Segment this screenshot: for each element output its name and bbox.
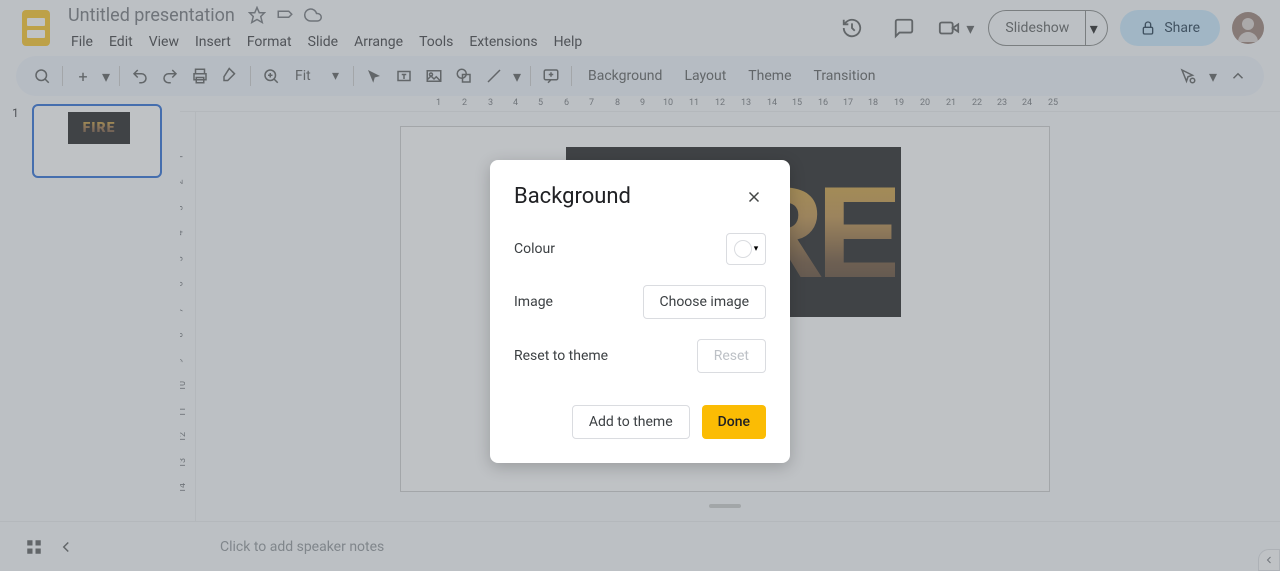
chevron-down-icon: ▾: [754, 244, 759, 254]
reset-label: Reset to theme: [514, 348, 608, 364]
done-button[interactable]: Done: [702, 405, 766, 439]
reset-row: Reset to theme Reset: [514, 339, 766, 373]
colour-picker-button[interactable]: ▾: [726, 233, 766, 265]
reset-button: Reset: [697, 339, 766, 373]
dialog-footer: Add to theme Done: [514, 405, 766, 439]
dialog-header: Background: [514, 184, 766, 209]
colour-row: Colour ▾: [514, 233, 766, 265]
colour-label: Colour: [514, 241, 555, 257]
choose-image-button[interactable]: Choose image: [643, 285, 767, 319]
image-label: Image: [514, 294, 553, 310]
image-row: Image Choose image: [514, 285, 766, 319]
colour-swatch: [734, 240, 752, 258]
close-button[interactable]: [742, 185, 766, 209]
close-icon: [745, 188, 763, 206]
background-dialog: Background Colour ▾ Image Choose image R…: [490, 160, 790, 463]
dialog-title: Background: [514, 184, 631, 209]
add-to-theme-button[interactable]: Add to theme: [572, 405, 690, 439]
